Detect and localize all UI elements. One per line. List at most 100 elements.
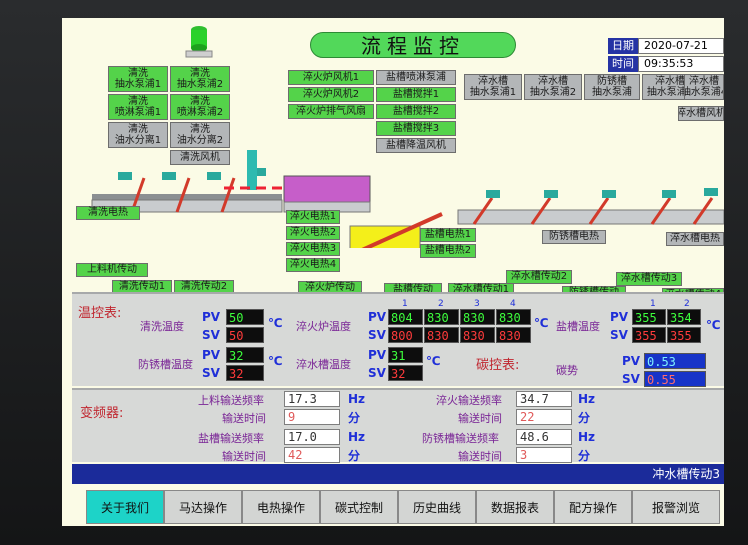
- tab-recipe-operation[interactable]: 配方操作: [554, 490, 632, 524]
- water-pump-2[interactable]: 淬水槽 抽水泵浦2: [524, 74, 582, 100]
- carbon-pv-label: PV: [622, 354, 641, 368]
- rust-pv-label: PV: [202, 348, 221, 362]
- water-temp-unit: ℃: [426, 354, 441, 368]
- rust-time-label: 输送时间: [458, 450, 502, 463]
- salt-zone-2-label: 2: [684, 299, 690, 309]
- water-pump-4[interactable]: 淬水槽 抽水泵浦4: [684, 74, 724, 100]
- loader-freq-label: 上料输送频率: [198, 394, 264, 407]
- carbon-pv-value: 0.53: [644, 353, 706, 369]
- wash-sv-label: SV: [202, 328, 220, 342]
- quench-heater-1[interactable]: 淬火电热1: [286, 210, 340, 224]
- salt-time-value[interactable]: 42: [284, 447, 340, 463]
- salt-pv-label: PV: [610, 310, 629, 324]
- wash-pv-value: 50: [226, 309, 264, 325]
- tab-motor-operation[interactable]: 马达操作: [164, 490, 242, 524]
- quench-pv-label: PV: [368, 310, 387, 324]
- water-drive-3[interactable]: 淬水槽传动3: [616, 272, 682, 286]
- carbon-sv-label: SV: [622, 372, 640, 386]
- salt-freq-unit: Hz: [348, 430, 366, 444]
- tab-heater-operation[interactable]: 电热操作: [242, 490, 320, 524]
- salt-temp-label: 盐槽温度: [556, 320, 600, 333]
- tab-data-report[interactable]: 数据报表: [476, 490, 554, 524]
- process-line-diagram: [91, 150, 724, 248]
- tab-history-curve[interactable]: 历史曲线: [398, 490, 476, 524]
- salt-pv-1: 355: [632, 309, 666, 325]
- salt-spray-pump[interactable]: 盐槽喷淋泵浦: [376, 70, 456, 85]
- water-drive-2[interactable]: 淬水槽传动2: [506, 270, 572, 284]
- quench-sv-2: 830: [424, 327, 459, 343]
- wash-pump-1[interactable]: 清洗 抽水泵浦1: [108, 66, 168, 92]
- quench-heater-2[interactable]: 淬火电热2: [286, 226, 340, 240]
- quench-time-unit: 分: [578, 411, 591, 425]
- quench-fan-1[interactable]: 淬火炉风机1: [288, 70, 374, 85]
- quench-fan-2[interactable]: 淬火炉风机2: [288, 87, 374, 102]
- quench-time-value[interactable]: 22: [516, 409, 572, 425]
- vfd-panel-title: 变频器:: [80, 406, 124, 421]
- tab-alarm-browse[interactable]: 报警浏览: [632, 490, 720, 524]
- loader-freq-value[interactable]: 17.3: [284, 391, 340, 407]
- water-heater[interactable]: 淬水槽电热: [666, 232, 724, 246]
- salt-stirrer-2[interactable]: 盐槽搅拌2: [376, 104, 456, 119]
- salt-temp-unit: ℃: [706, 318, 721, 332]
- loader-time-value[interactable]: 9: [284, 409, 340, 425]
- quench-freq-value[interactable]: 34.7: [516, 391, 572, 407]
- alarm-ticker: 冲水槽传动3: [72, 464, 724, 484]
- rust-heater[interactable]: 防锈槽电热: [542, 230, 606, 244]
- salt-stirrer-1[interactable]: 盐槽搅拌1: [376, 87, 456, 102]
- water-pump-1[interactable]: 淬水槽 抽水泵浦1: [464, 74, 522, 100]
- water-sv-value: 32: [388, 365, 423, 381]
- quench-temp-unit: ℃: [534, 316, 549, 330]
- carbon-panel-title: 碳控表:: [476, 358, 520, 373]
- rust-pv-value: 32: [226, 347, 264, 363]
- quench-pv-2: 830: [424, 309, 459, 325]
- salt-heater-2[interactable]: 盐槽电热2: [420, 244, 476, 258]
- rust-freq-unit: Hz: [578, 430, 596, 444]
- salt-time-unit: 分: [348, 449, 361, 463]
- green-lamp-icon: [182, 22, 216, 58]
- quench-freq-label: 淬火输送频率: [436, 394, 502, 407]
- salt-stirrer-3[interactable]: 盐槽搅拌3: [376, 121, 456, 136]
- wash-temp-label: 清洗温度: [140, 320, 184, 333]
- quench-freq-unit: Hz: [578, 392, 596, 406]
- quench-sv-4: 830: [496, 327, 531, 343]
- tab-about-us[interactable]: 关于我们: [86, 490, 164, 524]
- quench-heater-4[interactable]: 淬火电热4: [286, 258, 340, 272]
- loader-freq-unit: Hz: [348, 392, 366, 406]
- tab-carbon-control[interactable]: 碳式控制: [320, 490, 398, 524]
- page-title: 流程监控: [310, 32, 516, 58]
- salt-time-label: 输送时间: [222, 450, 266, 463]
- wash-spray-pump-1[interactable]: 清洗 喷淋泵浦1: [108, 94, 168, 120]
- rust-temp-label: 防锈槽温度: [138, 358, 193, 371]
- loader-drive[interactable]: 上料机传动: [76, 263, 148, 277]
- wash-heater[interactable]: 清洗电热: [76, 206, 140, 220]
- rust-pump[interactable]: 防锈槽 抽水泵浦: [584, 74, 640, 100]
- time-value: 09:35:53: [638, 56, 724, 72]
- carbon-label: 碳势: [556, 364, 578, 377]
- quench-pv-3: 830: [460, 309, 495, 325]
- rust-sv-label: SV: [202, 366, 220, 380]
- water-tank-fan[interactable]: 淬水槽风机: [678, 106, 724, 121]
- rust-time-value[interactable]: 3: [516, 447, 572, 463]
- salt-freq-value[interactable]: 17.0: [284, 429, 340, 445]
- salt-sv-1: 355: [632, 327, 666, 343]
- salt-sv-2: 355: [667, 327, 701, 343]
- wash-spray-pump-2[interactable]: 清洗 喷淋泵浦2: [170, 94, 230, 120]
- rust-freq-value[interactable]: 48.6: [516, 429, 572, 445]
- quench-exhaust-fan[interactable]: 淬火炉排气风扇: [288, 104, 374, 119]
- rust-temp-unit: ℃: [268, 354, 283, 368]
- wash-temp-unit: ℃: [268, 316, 283, 330]
- water-pv-label: PV: [368, 348, 387, 362]
- salt-sv-label: SV: [610, 328, 628, 342]
- salt-zone-1-label: 1: [650, 299, 656, 309]
- water-pv-value: 31: [388, 347, 423, 363]
- rust-freq-label: 防锈槽输送频率: [422, 432, 499, 445]
- rust-time-unit: 分: [578, 449, 591, 463]
- quench-sv-1: 800: [388, 327, 423, 343]
- salt-heater-1[interactable]: 盐槽电热1: [420, 228, 476, 242]
- wash-pv-label: PV: [202, 310, 221, 324]
- wash-pump-2[interactable]: 清洗 抽水泵浦2: [170, 66, 230, 92]
- carbon-sv-value: 0.55: [644, 371, 706, 387]
- salt-freq-label: 盐槽输送频率: [198, 432, 264, 445]
- time-label: 时间: [608, 56, 638, 72]
- quench-heater-3[interactable]: 淬火电热3: [286, 242, 340, 256]
